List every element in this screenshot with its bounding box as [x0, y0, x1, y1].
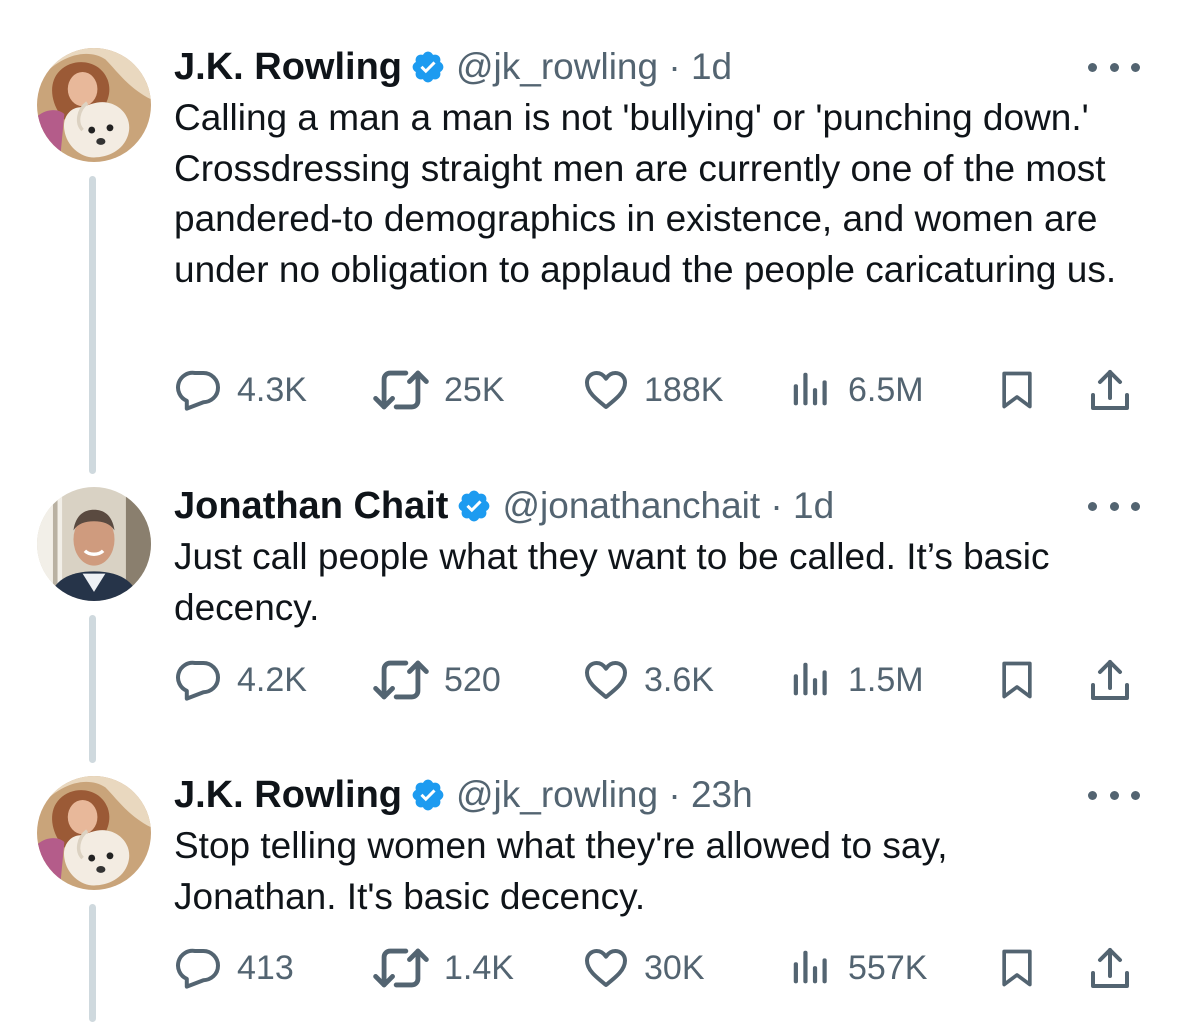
views-count: 6.5M [848, 370, 924, 409]
bookmark-icon [995, 944, 1039, 992]
share-button[interactable] [1086, 943, 1134, 993]
tweet-actions: 4.3K 25K 188K 6.5M [0, 365, 1179, 415]
reply-bubble-icon [175, 366, 223, 414]
verified-badge-icon [410, 777, 446, 813]
views-count: 557K [848, 948, 928, 987]
like-count: 30K [644, 948, 705, 987]
bookmark-button[interactable] [995, 365, 1039, 415]
views-bar-chart-icon [788, 657, 834, 703]
share-button[interactable] [1086, 655, 1134, 705]
thread-line [89, 176, 96, 474]
reply-button[interactable]: 4.2K [175, 655, 307, 705]
views-bar-chart-icon [788, 945, 834, 991]
share-upload-icon [1086, 944, 1134, 992]
avatar-jk-rowling[interactable] [37, 776, 151, 890]
like-count: 188K [644, 370, 724, 409]
tweet-text: Just call people what they want to be ca… [174, 536, 1050, 628]
share-upload-icon [1086, 656, 1134, 704]
tweet-actions: 413 1.4K 30K 557K [0, 943, 1179, 993]
repost-button[interactable]: 520 [372, 655, 501, 705]
reply-button[interactable]: 4.3K [175, 365, 307, 415]
repost-arrows-icon [372, 939, 430, 997]
more-dots-icon[interactable] [1088, 787, 1140, 803]
tweet-text: Calling a man a man is not 'bullying' or… [174, 97, 1117, 290]
bookmark-button[interactable] [995, 943, 1039, 993]
repost-count: 1.4K [444, 948, 514, 987]
bookmark-button[interactable] [995, 655, 1039, 705]
repost-count: 520 [444, 660, 501, 699]
tweet-actions: 4.2K 520 3.6K 1.5M [0, 655, 1179, 705]
views-button[interactable]: 1.5M [788, 655, 924, 705]
like-button[interactable]: 30K [582, 943, 705, 993]
more-dots-icon[interactable] [1088, 59, 1140, 75]
tweet-header: Jonathan Chait @jonathanchait · 1d [174, 481, 834, 531]
tweet-text: Stop telling women what they're allowed … [174, 825, 948, 917]
views-button[interactable]: 6.5M [788, 365, 924, 415]
reply-count: 4.3K [237, 370, 307, 409]
repost-button[interactable]: 25K [372, 365, 505, 415]
author-name[interactable]: J.K. Rowling [174, 774, 402, 817]
like-button[interactable]: 3.6K [582, 655, 714, 705]
bookmark-icon [995, 366, 1039, 414]
heart-icon [582, 366, 630, 414]
like-count: 3.6K [644, 660, 714, 699]
views-count: 1.5M [848, 660, 924, 699]
more-dots-icon[interactable] [1088, 498, 1140, 514]
heart-icon [582, 656, 630, 704]
avatar-jonathan-chait[interactable] [37, 487, 151, 601]
share-button[interactable] [1086, 365, 1134, 415]
author-handle-time[interactable]: @jk_rowling · 23h [456, 774, 753, 816]
author-handle-time[interactable]: @jk_rowling · 1d [456, 46, 732, 88]
author-name[interactable]: J.K. Rowling [174, 46, 402, 89]
author-handle-time[interactable]: @jonathanchait · 1d [502, 485, 834, 527]
reply-button[interactable]: 413 [175, 943, 294, 993]
views-button[interactable]: 557K [788, 943, 927, 993]
bookmark-icon [995, 656, 1039, 704]
reply-count: 4.2K [237, 660, 307, 699]
repost-arrows-icon [372, 361, 430, 419]
share-upload-icon [1086, 366, 1134, 414]
views-bar-chart-icon [788, 367, 834, 413]
reply-count: 413 [237, 948, 294, 987]
reply-bubble-icon [175, 944, 223, 992]
tweet-header: J.K. Rowling @jk_rowling · 23h [174, 770, 753, 820]
like-button[interactable]: 188K [582, 365, 723, 415]
repost-button[interactable]: 1.4K [372, 943, 514, 993]
repost-arrows-icon [372, 651, 430, 709]
tweet-header: J.K. Rowling @jk_rowling · 1d [174, 42, 732, 92]
author-name[interactable]: Jonathan Chait [174, 485, 448, 528]
avatar-jk-rowling[interactable] [37, 48, 151, 162]
reply-bubble-icon [175, 656, 223, 704]
verified-badge-icon [410, 49, 446, 85]
conversation-thread: J.K. Rowling @jk_rowling · 1d Calling a … [0, 0, 1179, 1022]
heart-icon [582, 944, 630, 992]
verified-badge-icon [456, 488, 492, 524]
repost-count: 25K [444, 370, 505, 409]
